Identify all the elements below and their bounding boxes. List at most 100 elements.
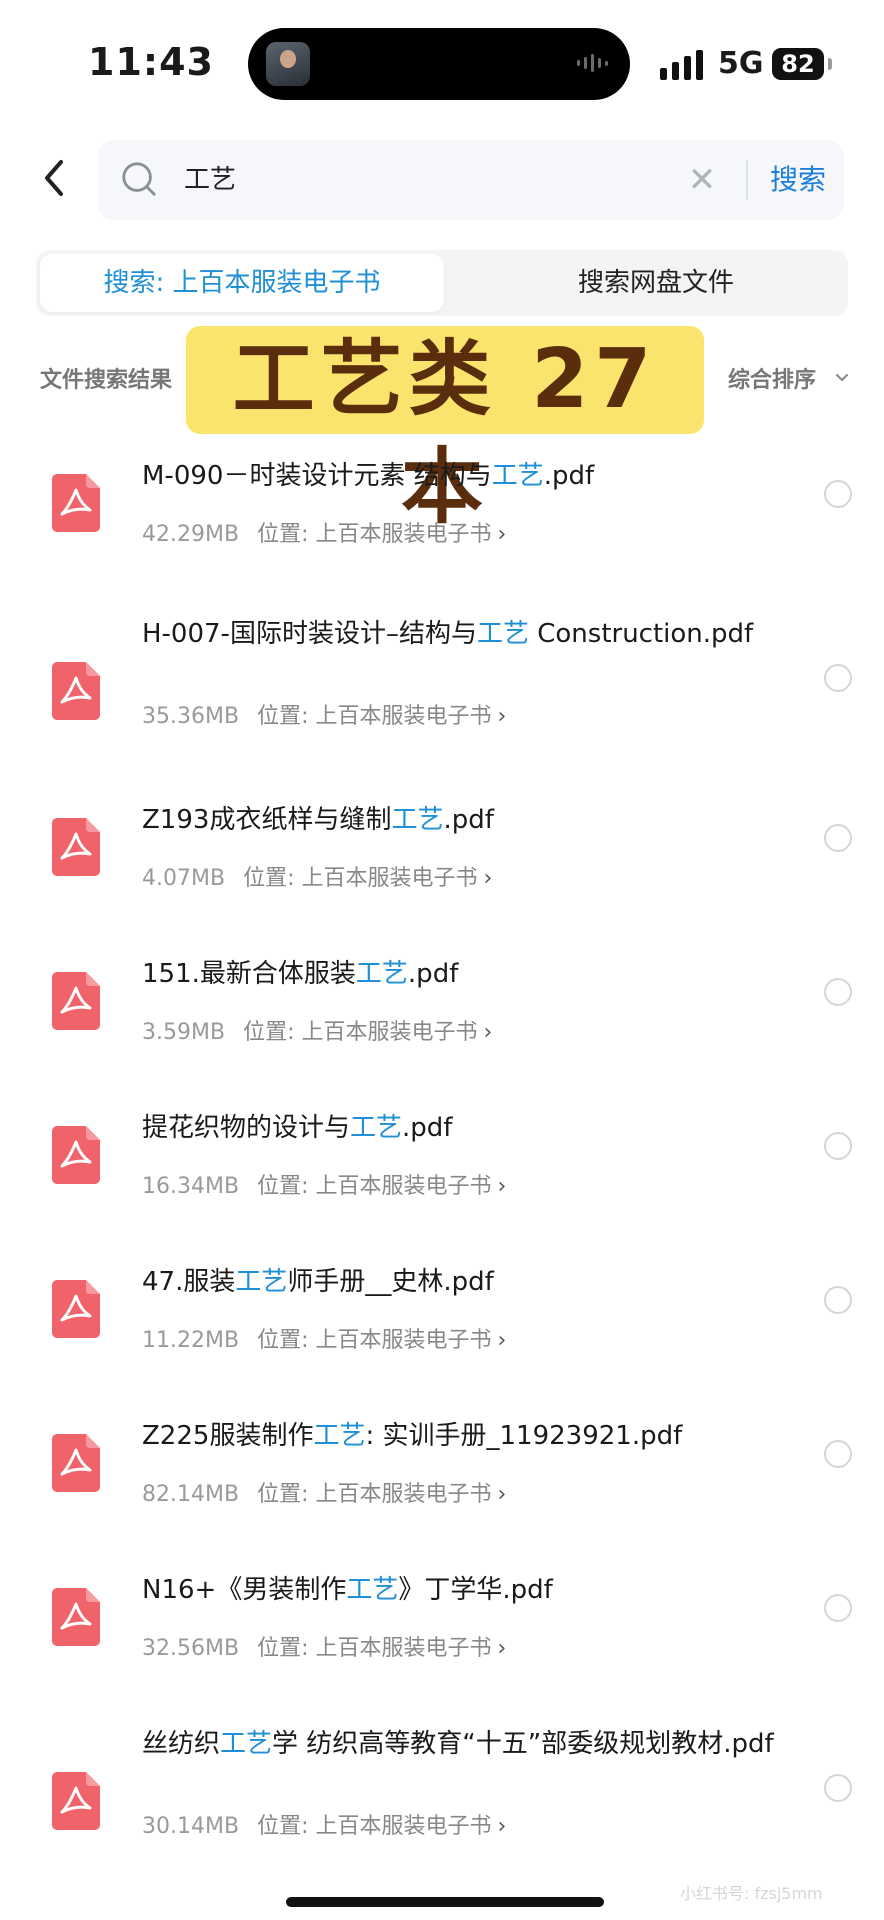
file-location-link[interactable]: 位置: 上百本服装电子书 (243, 866, 477, 891)
select-radio[interactable] (824, 664, 852, 692)
file-name-prefix: Z225服装制作 (142, 1421, 314, 1451)
file-name-prefix: 151.最新合体服装 (142, 959, 356, 989)
file-size: 3.59MB (142, 1020, 226, 1045)
search-icon (122, 162, 156, 196)
search-input[interactable] (184, 152, 664, 208)
file-name: N16+《男装制作工艺》丁学华.pdf (142, 1572, 782, 1608)
file-name-highlight: 工艺 (355, 959, 408, 989)
pdf-file-icon (52, 1434, 100, 1492)
file-size: 16.34MB (142, 1174, 240, 1199)
file-name-suffix: 》丁学华.pdf (398, 1575, 553, 1605)
pdf-file-icon (52, 662, 100, 720)
file-list-item[interactable]: N16+《男装制作工艺》丁学华.pdf 32.56MB 位置: 上百本服装电子书 › (0, 1554, 884, 1664)
file-location-link[interactable]: 位置: 上百本服装电子书 (257, 1636, 491, 1661)
pdf-file-icon (52, 1280, 100, 1338)
file-meta: 35.36MB 位置: 上百本服装电子书 › (142, 698, 506, 730)
island-avatar (266, 42, 310, 86)
file-name: Z225服装制作工艺: 实训手册_11923921.pdf (142, 1418, 782, 1454)
file-size: 42.29MB (142, 522, 240, 547)
file-name-suffix: Construction.pdf (528, 619, 754, 649)
overlay-banner: 工艺类 27 本 (186, 326, 704, 535)
file-name-highlight: 工艺 (391, 805, 444, 835)
result-label: 文件搜索结果 (40, 368, 173, 393)
file-name: 丝纺织工艺学 纺织高等教育“十五”部委级规划教材.pdf (142, 1726, 782, 1762)
file-name: Z193成衣纸样与缝制工艺.pdf (142, 802, 782, 838)
file-list-item[interactable]: H-007-国际时装设计–结构与工艺 Construction.pdf 35.36… (0, 598, 884, 748)
file-list-item[interactable]: 151.最新合体服装工艺.pdf 3.59MB 位置: 上百本服装电子书 › (0, 938, 884, 1048)
file-location-link[interactable]: 位置: 上百本服装电子书 (257, 1482, 491, 1507)
select-radio[interactable] (824, 1132, 852, 1160)
file-location-link[interactable]: 位置: 上百本服装电子书 (257, 1814, 491, 1839)
audio-wave-icon (577, 54, 608, 72)
select-radio[interactable] (824, 1594, 852, 1622)
select-radio[interactable] (824, 1286, 852, 1314)
file-meta: 3.59MB 位置: 上百本服装电子书 › (142, 1014, 492, 1046)
file-name-suffix: : 实训手册_11923921.pdf (365, 1421, 683, 1451)
file-name-prefix: 47.服装 (142, 1267, 236, 1297)
search-button[interactable]: 搜索 (762, 152, 834, 208)
close-icon[interactable]: ✕ (682, 160, 722, 200)
search-box[interactable]: ✕ 搜索 (98, 140, 844, 220)
file-meta: 30.14MB 位置: 上百本服装电子书 › (142, 1808, 506, 1840)
file-name: 47.服装工艺师手册__史林.pdf (142, 1264, 782, 1300)
file-location-link[interactable]: 位置: 上百本服装电子书 (257, 522, 491, 547)
pdf-file-icon (52, 1126, 100, 1184)
select-radio[interactable] (824, 1440, 852, 1468)
select-radio[interactable] (824, 978, 852, 1006)
file-meta: 42.29MB 位置: 上百本服装电子书 › (142, 516, 506, 548)
pdf-file-icon (52, 1772, 100, 1830)
file-name-highlight: 工艺 (350, 1113, 403, 1143)
file-list-item[interactable]: 47.服装工艺师手册__史林.pdf 11.22MB 位置: 上百本服装电子书 › (0, 1246, 884, 1356)
signal-icon (660, 50, 703, 80)
file-name: M-090－时装设计元素 结构与工艺.pdf (142, 458, 782, 494)
tab-search-ebooks[interactable]: 搜索: 上百本服装电子书 (40, 254, 444, 312)
file-name-highlight: 工艺 (476, 619, 529, 649)
file-list-item[interactable]: M-090－时装设计元素 结构与工艺.pdf 42.29MB 位置: 上百本服装电子… (0, 440, 884, 550)
select-radio[interactable] (824, 1774, 852, 1802)
file-size: 11.22MB (142, 1328, 240, 1353)
tab-search-netdisk[interactable]: 搜索网盘文件 (476, 254, 836, 312)
file-name-prefix: H-007-国际时装设计–结构与 (142, 619, 477, 649)
back-button[interactable] (30, 150, 78, 206)
search-scope-tabs: 搜索: 上百本服装电子书 搜索网盘文件 (36, 250, 848, 316)
file-name: 提花织物的设计与工艺.pdf (142, 1110, 782, 1146)
battery-cap (828, 58, 832, 70)
file-location-link[interactable]: 位置: 上百本服装电子书 (257, 1328, 491, 1353)
pdf-file-icon (52, 474, 100, 532)
chevron-right-icon: › (497, 1328, 507, 1353)
home-indicator[interactable] (286, 1897, 604, 1907)
file-list-item[interactable]: Z193成衣纸样与缝制工艺.pdf 4.07MB 位置: 上百本服装电子书 › (0, 784, 884, 894)
chevron-right-icon: › (483, 1020, 493, 1045)
file-meta: 82.14MB 位置: 上百本服装电子书 › (142, 1476, 506, 1508)
chevron-right-icon: › (497, 1814, 507, 1839)
dynamic-island[interactable] (248, 28, 630, 100)
file-name-highlight: 工艺 (346, 1575, 399, 1605)
file-size: 35.36MB (142, 704, 240, 729)
file-list-item[interactable]: 提花织物的设计与工艺.pdf 16.34MB 位置: 上百本服装电子书 › (0, 1092, 884, 1202)
file-meta: 32.56MB 位置: 上百本服装电子书 › (142, 1630, 506, 1662)
file-meta: 4.07MB 位置: 上百本服装电子书 › (142, 860, 492, 892)
status-time: 11:43 (88, 40, 214, 84)
file-size: 32.56MB (142, 1636, 240, 1661)
select-radio[interactable] (824, 480, 852, 508)
chevron-right-icon: › (497, 1636, 507, 1661)
file-meta: 11.22MB 位置: 上百本服装电子书 › (142, 1322, 506, 1354)
file-list-item[interactable]: Z225服装制作工艺: 实训手册_11923921.pdf 82.14MB 位置: … (0, 1400, 884, 1510)
file-location-link[interactable]: 位置: 上百本服装电子书 (243, 1020, 477, 1045)
file-size: 30.14MB (142, 1814, 240, 1839)
file-name-prefix: 丝纺织 (142, 1729, 221, 1759)
sort-dropdown[interactable]: 综合排序 (728, 362, 816, 394)
file-location-link[interactable]: 位置: 上百本服装电子书 (257, 1174, 491, 1199)
pdf-file-icon (52, 972, 100, 1030)
chevron-right-icon: › (497, 1482, 507, 1507)
file-list-item[interactable]: 丝纺织工艺学 纺织高等教育“十五”部委级规划教材.pdf 30.14MB 位置: 上… (0, 1708, 884, 1858)
file-name-highlight: 工艺 (313, 1421, 366, 1451)
chevron-right-icon: › (483, 866, 493, 891)
pdf-file-icon (52, 818, 100, 876)
network-type: 5G (718, 46, 764, 81)
file-name-suffix: 学 纺织高等教育“十五”部委级规划教材.pdf (272, 1729, 774, 1759)
select-radio[interactable] (824, 824, 852, 852)
chevron-down-icon[interactable] (834, 370, 850, 386)
file-name-prefix: 提花织物的设计与 (142, 1113, 351, 1143)
file-location-link[interactable]: 位置: 上百本服装电子书 (257, 704, 491, 729)
